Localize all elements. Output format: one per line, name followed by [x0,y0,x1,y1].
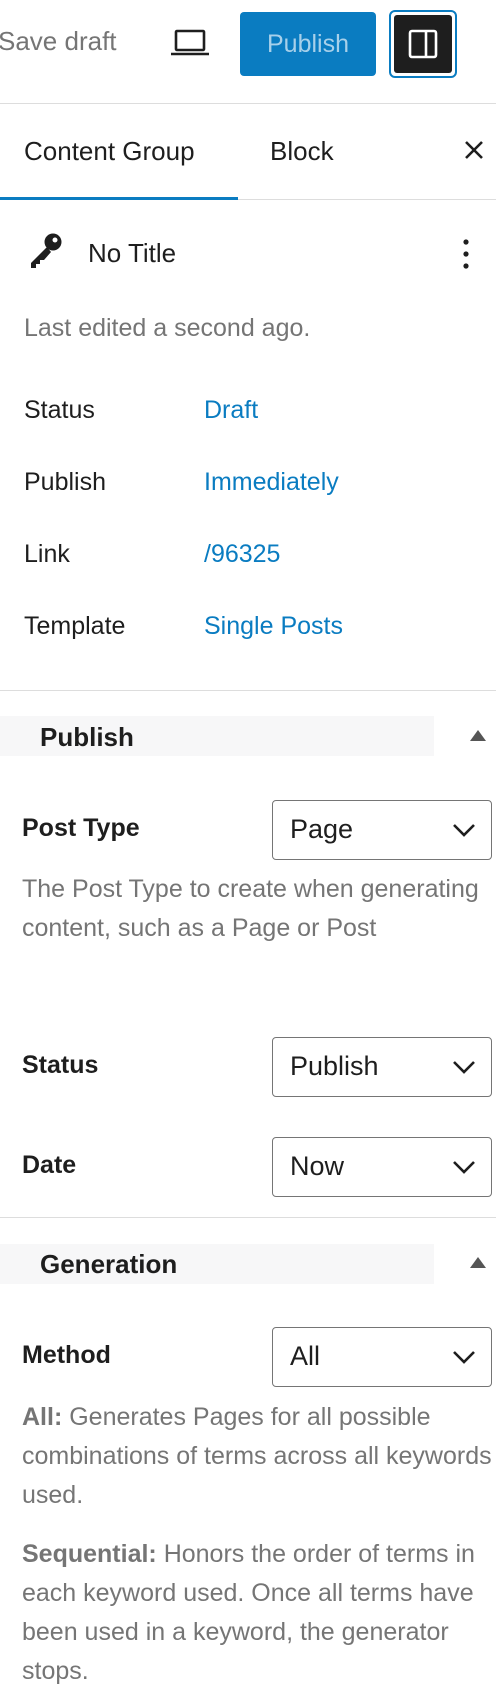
collapse-caret-icon[interactable] [470,730,486,741]
method-select-value: All [290,1341,321,1371]
publish-label: Publish [24,468,106,496]
method-sequential-help-text: Sequential: Honors the order of terms in… [22,1535,492,1691]
laptop-icon[interactable] [170,28,210,58]
close-icon[interactable] [458,134,490,166]
status-select-value: Publish [290,1051,379,1081]
template-link[interactable]: Single Posts [204,612,343,641]
sidebar-tabs: Content Group Block [0,104,496,200]
post-type-help-text: The Post Type to create when generating … [22,875,479,942]
publish-button[interactable]: Publish [240,12,376,76]
help-desc-all: Generates Pages for all possible combina… [22,1403,492,1509]
divider [0,1217,496,1218]
date-field-label: Date [22,1151,77,1179]
status-label: Status [24,396,95,424]
settings-sidebar-toggle-button[interactable] [389,10,457,78]
active-tab-indicator [0,197,238,200]
chevron-down-icon [453,1161,475,1174]
post-type-value: Page [290,814,354,844]
help-term-all: All: [22,1403,63,1431]
generation-panel-title: Generation [40,1249,178,1279]
permalink-link[interactable]: /96325 [204,540,280,569]
chevron-down-icon [453,824,475,837]
more-vertical-icon[interactable] [456,236,476,272]
help-term-sequential: Sequential: [22,1540,157,1568]
tab-content-group[interactable]: Content Group [24,136,195,167]
tab-block[interactable]: Block [270,136,334,167]
method-all-help-text: All: Generates Pages for all possible co… [22,1398,492,1515]
status-select[interactable]: Publish [272,1037,492,1097]
post-type-select[interactable]: Page [272,800,492,860]
date-select-value: Now [290,1151,345,1181]
chevron-down-icon [453,1061,475,1074]
editor-toolbar: Save draft Publish [0,0,496,104]
chevron-down-icon [453,1351,475,1364]
link-label: Link [24,540,70,568]
collapse-caret-icon[interactable] [470,1257,486,1268]
divider [0,690,496,691]
save-draft-button[interactable]: Save draft [0,26,117,57]
template-label: Template [24,612,126,640]
post-title: No Title [88,238,177,268]
sidebar-toggle-icon [408,29,438,59]
key-icon [26,230,66,270]
date-select[interactable]: Now [272,1137,492,1197]
method-label: Method [22,1341,111,1369]
post-type-label: Post Type [22,814,140,842]
method-select[interactable]: All [272,1327,492,1387]
status-value-link[interactable]: Draft [204,396,258,425]
last-edited-text: Last edited a second ago. [24,314,311,342]
status-field-label: Status [22,1051,99,1079]
publish-date-link[interactable]: Immediately [204,468,339,497]
publish-panel-title: Publish [40,722,134,752]
